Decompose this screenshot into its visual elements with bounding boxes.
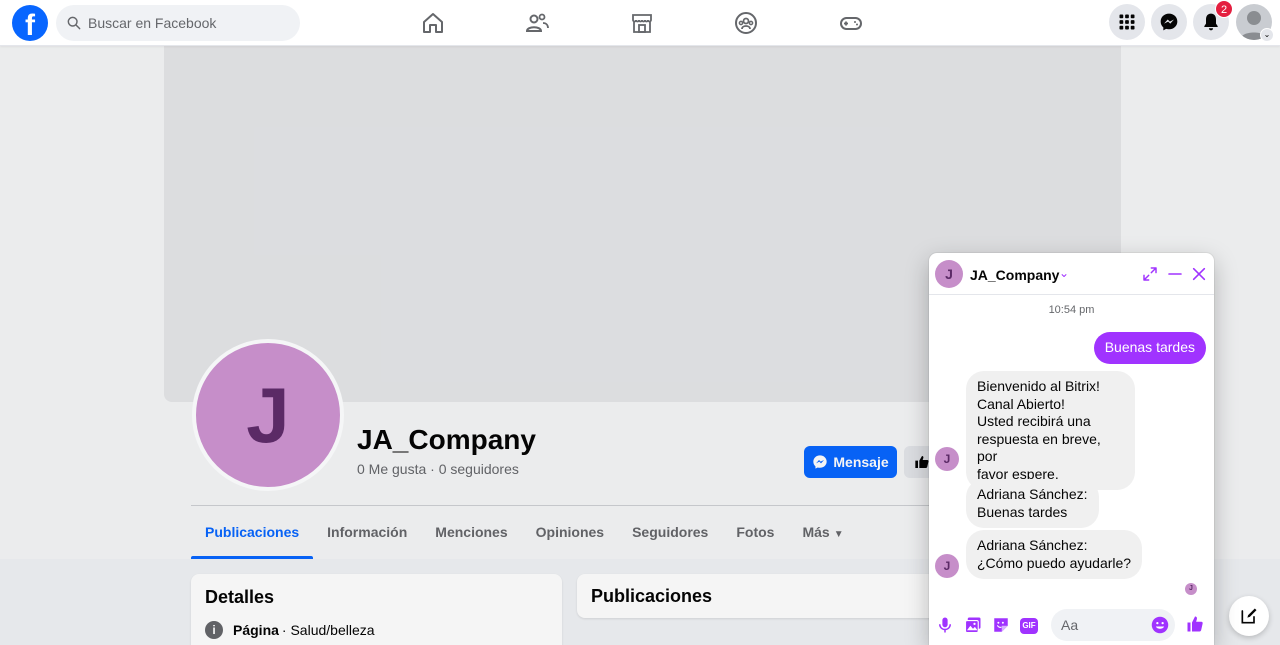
chat-avatar[interactable]: J <box>935 260 963 288</box>
sender-avatar[interactable]: J <box>935 554 959 578</box>
messenger-icon <box>813 455 828 469</box>
chevron-down-icon[interactable]: ⌄ <box>1260 28 1274 42</box>
compose-icon <box>1241 608 1257 624</box>
minimize-icon[interactable] <box>1166 265 1184 283</box>
page-title: JA_Company <box>357 424 536 455</box>
outgoing-message[interactable]: Buenas tardes <box>1093 332 1206 364</box>
info-icon: i <box>205 621 223 639</box>
tab-seguidores[interactable]: Seguidores <box>618 506 722 559</box>
home-icon[interactable] <box>419 9 447 37</box>
incoming-message[interactable]: Adriana Sánchez: Buenas tardes <box>966 479 1099 528</box>
seen-indicator-avatar: J <box>1185 583 1197 595</box>
details-title: Detalles <box>205 587 275 607</box>
tab-fotos[interactable]: Fotos <box>722 506 788 559</box>
top-navigation-bar: f 2 ⌄ <box>0 0 1280 46</box>
profile-tabs: Publicaciones Información Menciones Opin… <box>191 506 858 559</box>
tab-menciones[interactable]: Menciones <box>421 506 521 559</box>
emoji-icon[interactable] <box>1151 616 1169 634</box>
messenger-icon <box>1160 13 1178 31</box>
profile-picture[interactable]: J <box>192 339 344 491</box>
profile-initial: J <box>246 370 290 459</box>
tab-mas[interactable]: Más ▼ <box>788 506 857 559</box>
message-input-box[interactable] <box>1051 609 1175 641</box>
gif-label: GIF <box>1020 618 1038 634</box>
menu-grid-button[interactable] <box>1109 4 1145 40</box>
notifications-button[interactable]: 2 <box>1193 0 1233 40</box>
details-card: Detalles i Página · Salud/belleza <box>191 574 562 645</box>
gaming-icon[interactable] <box>837 9 865 37</box>
chevron-down-icon[interactable]: ⌄ <box>1059 266 1069 280</box>
page-category[interactable]: · Salud/belleza <box>282 622 375 638</box>
photo-icon[interactable] <box>963 615 983 635</box>
tab-mas-label: Más <box>802 524 830 540</box>
tab-informacion[interactable]: Información <box>313 506 421 559</box>
message-button-label: Mensaje <box>833 454 889 470</box>
chat-header[interactable]: J JA_Company ⌄ <box>929 253 1214 295</box>
grid-icon <box>1119 14 1135 30</box>
thumbs-up-icon <box>915 456 929 468</box>
caret-down-icon: ▼ <box>833 529 844 540</box>
tab-publicaciones[interactable]: Publicaciones <box>191 506 314 559</box>
friends-icon[interactable] <box>523 9 551 37</box>
sender-avatar[interactable]: J <box>935 447 959 471</box>
message-button[interactable]: Mensaje <box>804 446 897 478</box>
posts-title: Publicaciones <box>591 586 713 606</box>
chat-contact-name[interactable]: JA_Company <box>970 267 1059 283</box>
page-category-row: i Página · Salud/belleza <box>205 621 375 639</box>
close-icon[interactable] <box>1190 265 1208 283</box>
gif-icon[interactable]: GIF <box>1019 615 1039 635</box>
microphone-icon[interactable] <box>935 615 955 635</box>
messenger-button[interactable] <box>1151 4 1187 40</box>
thumbs-up-icon[interactable] <box>1185 614 1205 634</box>
notification-count-badge: 2 <box>1215 0 1233 18</box>
incoming-message[interactable]: Bienvenido al Bitrix! Canal Abierto! Ust… <box>966 371 1135 490</box>
marketplace-icon[interactable] <box>628 9 656 37</box>
tab-opiniones[interactable]: Opiniones <box>522 506 618 559</box>
message-input[interactable] <box>1061 617 1145 633</box>
chat-composer: GIF <box>929 605 1214 645</box>
groups-icon[interactable] <box>732 9 760 37</box>
chat-window: J JA_Company ⌄ 10:54 pm Buenas tardes Bi… <box>929 253 1214 645</box>
sticker-icon[interactable] <box>991 615 1011 635</box>
expand-icon[interactable] <box>1141 265 1159 283</box>
search-box[interactable] <box>56 5 300 41</box>
page-stats[interactable]: 0 Me gusta · 0 seguidores <box>357 461 519 477</box>
incoming-message[interactable]: Adriana Sánchez: ¿Cómo puedo ayudarle? <box>966 530 1143 579</box>
search-icon <box>67 16 81 30</box>
page-type-label: Página <box>233 622 279 638</box>
facebook-logo[interactable]: f <box>12 5 48 41</box>
search-input[interactable] <box>88 15 288 31</box>
message-timestamp: 10:54 pm <box>1048 304 1095 316</box>
new-message-button[interactable] <box>1229 596 1269 636</box>
